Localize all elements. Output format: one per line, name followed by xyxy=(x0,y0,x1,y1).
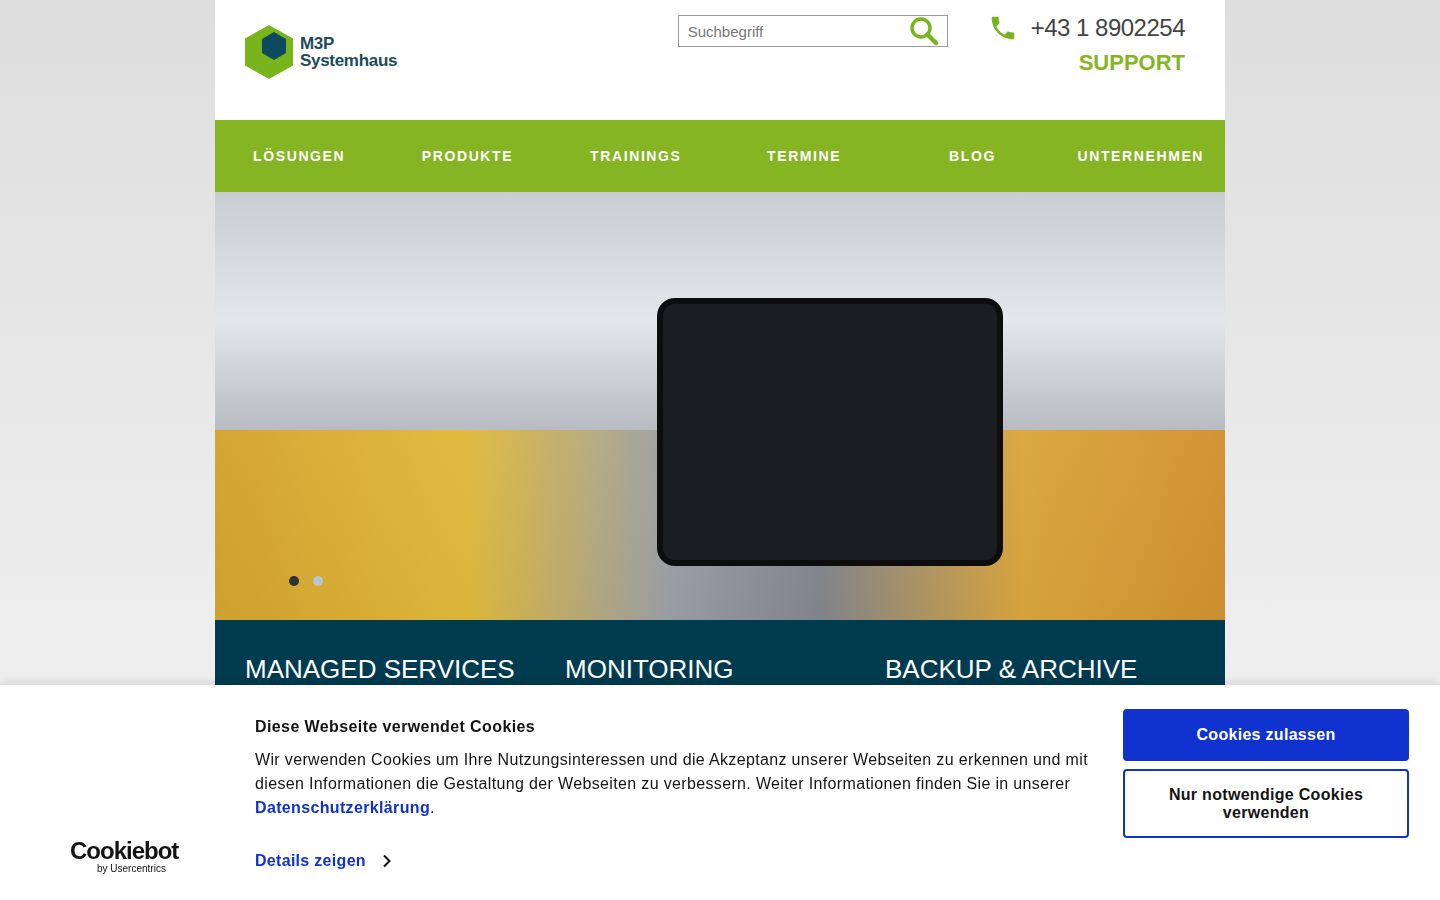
hero-tablet xyxy=(663,304,997,560)
cookie-text: Wir verwenden Cookies um Ihre Nutzungsin… xyxy=(255,748,1093,820)
main-nav: LÖSUNGENPRODUKTETRAININGSTERMINEBLOGUNTE… xyxy=(215,120,1225,192)
slider-dot[interactable] xyxy=(313,576,323,586)
cookiebot-logo[interactable]: Cookiebotby Usercentrics xyxy=(0,685,255,900)
cookie-content: Diese Webseite verwendet Cookies Wir verw… xyxy=(255,685,1123,900)
support-link[interactable]: SUPPORT xyxy=(1079,50,1185,76)
brand-by: by Usercentrics xyxy=(97,863,255,875)
slider-dots xyxy=(289,576,323,586)
nav-item[interactable]: LÖSUNGEN xyxy=(215,120,383,192)
logo-text: M3PSystemhaus xyxy=(300,35,397,69)
cookie-buttons: Cookies zulassen Nur notwendige Cookies v… xyxy=(1123,685,1409,900)
nav-item[interactable]: TRAININGS xyxy=(552,120,720,192)
slider-dot[interactable] xyxy=(289,576,299,586)
cookie-button[interactable]: Nur notwendige Cookies verwenden xyxy=(1123,769,1409,838)
hero-photo xyxy=(215,192,1225,620)
page: M3PSystemhaus +43 1 8902254 SUPPORT LÖSUNGE… xyxy=(0,0,1440,900)
cookie-title: Diese Webseite verwendet Cookies xyxy=(255,717,1093,737)
logo-line: M3P xyxy=(300,35,397,52)
nav-item[interactable]: BLOG xyxy=(888,120,1056,192)
phone-icon xyxy=(988,13,1018,43)
phone[interactable]: +43 1 8902254 xyxy=(988,13,1185,43)
header: M3PSystemhaus +43 1 8902254 SUPPORT xyxy=(215,0,1225,120)
hexagon-logo-icon xyxy=(244,24,294,80)
brand-name: Cookiebot xyxy=(70,839,255,863)
logo[interactable]: M3PSystemhaus xyxy=(244,24,397,80)
search-input[interactable] xyxy=(679,23,909,40)
cookie-button[interactable]: Cookies zulassen xyxy=(1123,709,1409,761)
chevron-right-icon xyxy=(382,854,392,868)
logo-line: Systemhaus xyxy=(300,52,397,69)
magnifier-icon[interactable] xyxy=(909,16,939,46)
contact: +43 1 8902254 SUPPORT xyxy=(988,13,1185,76)
details-toggle[interactable]: Details zeigen xyxy=(255,852,392,870)
search-box xyxy=(678,15,948,47)
phone-number: +43 1 8902254 xyxy=(1031,14,1185,42)
cookie-banner: Cookiebotby UsercentricsDiese Webseite v… xyxy=(0,685,1440,900)
nav-item[interactable]: TERMINE xyxy=(720,120,888,192)
nav-item[interactable]: PRODUKTE xyxy=(383,120,551,192)
nav-item[interactable]: UNTERNEHMEN xyxy=(1057,120,1225,192)
privacy-link[interactable]: Datenschutzerklärung xyxy=(255,799,430,816)
